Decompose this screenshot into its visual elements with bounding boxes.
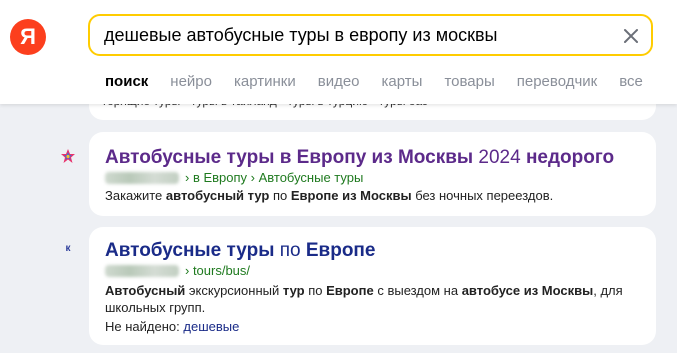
tab-video[interactable]: видео bbox=[318, 73, 360, 90]
result-url[interactable]: › в Европу › Автобусные туры bbox=[105, 170, 363, 185]
snippet-part: автобусе из Москвы bbox=[461, 283, 594, 298]
snippet-part: тур bbox=[282, 283, 305, 298]
result-snippet: Автобусный экскурсионный тур по Европе с… bbox=[105, 282, 625, 316]
clear-button[interactable] bbox=[621, 26, 641, 46]
result-favicon: к bbox=[60, 240, 76, 256]
result-title-link[interactable]: Автобусные туры в Европу из Москвы 2024 … bbox=[105, 147, 614, 169]
not-found-note: Не найдено: дешевые bbox=[105, 319, 239, 334]
url-path: › в Европу › Автобусные туры bbox=[185, 170, 364, 185]
snippet-part: Закажите bbox=[105, 188, 166, 203]
snippet-part: Европе bbox=[326, 283, 374, 298]
snippet-part: Европе из Москвы bbox=[290, 188, 412, 203]
tab-products[interactable]: товары bbox=[444, 73, 494, 90]
title-part: по bbox=[274, 240, 306, 261]
result-snippet: Закажите автобусный тур по Европе из Мос… bbox=[105, 187, 625, 204]
search-result: Автобусные туры в Европу из Москвы 2024 … bbox=[89, 132, 656, 216]
tab-images[interactable]: картинки bbox=[234, 73, 296, 90]
search-header: Я поиск нейро картинки видео карты товар… bbox=[0, 0, 677, 104]
snippet-part: без ночных переездов. bbox=[411, 188, 554, 203]
title-part: Европе bbox=[305, 240, 376, 261]
search-box[interactable] bbox=[88, 14, 653, 56]
close-icon bbox=[624, 29, 638, 43]
result-favicon bbox=[60, 148, 76, 164]
not-found-label: Не найдено: bbox=[105, 319, 180, 334]
blurred-domain bbox=[105, 264, 179, 277]
tab-translator[interactable]: переводчик bbox=[517, 73, 597, 90]
blurred-domain bbox=[105, 171, 179, 184]
logo-letter: Я bbox=[20, 24, 36, 49]
result-title-link[interactable]: Автобусные туры по Европе bbox=[105, 240, 375, 262]
tab-search[interactable]: поиск bbox=[105, 73, 148, 90]
snippet-part: Автобусный bbox=[105, 283, 186, 298]
search-tabs: поиск нейро картинки видео карты товары … bbox=[105, 73, 665, 90]
tab-neuro[interactable]: нейро bbox=[170, 73, 212, 90]
title-part: недорого bbox=[525, 147, 615, 168]
snippet-part: по bbox=[304, 283, 327, 298]
yandex-logo[interactable]: Я bbox=[10, 19, 46, 55]
title-part: Автобусные туры в Европу из Москвы bbox=[105, 147, 474, 168]
snippet-part: экскурсионный bbox=[185, 283, 283, 298]
snippet-part: с выездом на bbox=[373, 283, 462, 298]
snippet-part: по bbox=[269, 188, 291, 203]
snippet-part: автобусный тур bbox=[165, 188, 270, 203]
tab-all[interactable]: все bbox=[619, 73, 643, 90]
site-letter-icon: к bbox=[60, 240, 76, 256]
star-icon bbox=[61, 149, 75, 163]
search-result: Автобусные туры по Европе › tours/bus/ А… bbox=[89, 227, 656, 345]
title-part: 2024 bbox=[473, 147, 526, 168]
tab-maps[interactable]: карты bbox=[382, 73, 423, 90]
result-url[interactable]: › tours/bus/ bbox=[105, 263, 250, 278]
search-input[interactable] bbox=[104, 24, 604, 46]
title-part: Автобусные туры bbox=[105, 240, 275, 261]
not-found-word-link[interactable]: дешевые bbox=[183, 319, 239, 334]
url-path: › tours/bus/ bbox=[185, 263, 251, 278]
